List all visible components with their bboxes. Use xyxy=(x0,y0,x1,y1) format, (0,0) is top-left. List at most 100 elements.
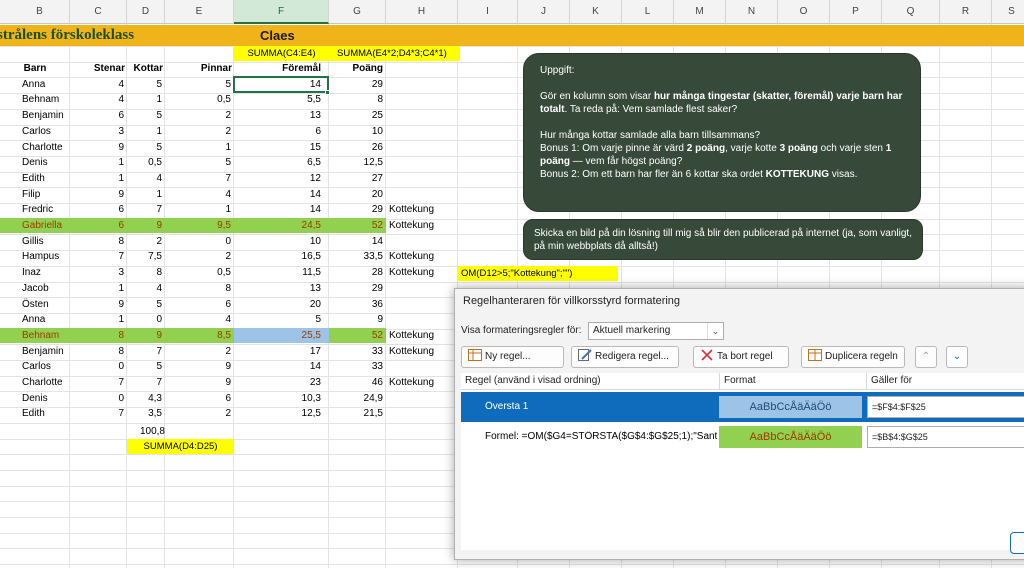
value-cell[interactable]: 5 xyxy=(127,108,162,123)
value-cell[interactable]: 9,5 xyxy=(165,218,231,233)
column-header-s[interactable]: S xyxy=(992,0,1024,24)
child-name-cell[interactable]: Edith xyxy=(22,171,70,186)
column-header-n[interactable]: N xyxy=(726,0,778,24)
value-cell[interactable]: 11,5 xyxy=(234,265,321,280)
value-cell[interactable]: 3 xyxy=(70,265,124,280)
value-cell[interactable]: 6 xyxy=(165,391,231,406)
kottekung-cell[interactable] xyxy=(389,124,459,139)
kottekung-cell[interactable]: Kottekung xyxy=(389,375,459,390)
value-cell[interactable]: 1 xyxy=(70,171,124,186)
delete-rule-button[interactable]: Ta bort regel xyxy=(693,346,789,368)
kottekung-cell[interactable] xyxy=(389,391,459,406)
value-cell[interactable]: 29 xyxy=(329,77,383,92)
kottekung-cell[interactable]: Kottekung xyxy=(389,344,459,359)
value-cell[interactable]: 9 xyxy=(165,359,231,374)
column-header-i[interactable]: I xyxy=(458,0,518,24)
kottekung-cell[interactable] xyxy=(389,108,459,123)
rule-row[interactable]: Formel: =OM($G4=STÖRSTA($G$4:$G$25;1);"S… xyxy=(461,422,1024,452)
child-name-cell[interactable]: Filip xyxy=(22,187,70,202)
value-cell[interactable]: 7 xyxy=(70,249,124,264)
value-cell[interactable]: 12,5 xyxy=(329,155,383,170)
value-cell[interactable]: 0,5 xyxy=(127,155,162,170)
kottekung-cell[interactable]: Kottekung xyxy=(389,265,459,280)
new-rule-button[interactable]: Ny regel... xyxy=(461,346,564,368)
value-cell[interactable]: 7 xyxy=(70,375,124,390)
value-cell[interactable]: 5 xyxy=(165,77,231,92)
value-cell[interactable]: 7 xyxy=(127,375,162,390)
child-name-cell[interactable]: Behnam xyxy=(22,328,70,343)
value-cell[interactable]: 2 xyxy=(165,249,231,264)
child-name-cell[interactable]: Gabriella xyxy=(22,218,70,233)
value-cell[interactable]: 2 xyxy=(165,344,231,359)
value-cell[interactable]: 2 xyxy=(165,406,231,421)
value-cell[interactable]: 10 xyxy=(329,124,383,139)
column-header-b[interactable]: B xyxy=(0,0,70,24)
value-cell[interactable]: 2 xyxy=(165,108,231,123)
value-cell[interactable]: 27 xyxy=(329,171,383,186)
value-cell[interactable]: 25,5 xyxy=(234,328,321,343)
value-cell[interactable]: 0,5 xyxy=(165,265,231,280)
value-cell[interactable]: 7,5 xyxy=(127,249,162,264)
kottekung-cell[interactable] xyxy=(389,187,459,202)
value-cell[interactable]: 25 xyxy=(329,108,383,123)
value-cell[interactable]: 5 xyxy=(127,140,162,155)
child-name-cell[interactable]: Jacob xyxy=(22,281,70,296)
column-header-o[interactable]: O xyxy=(778,0,830,24)
kottekung-cell[interactable] xyxy=(389,406,459,421)
column-header-j[interactable]: J xyxy=(518,0,570,24)
value-cell[interactable]: 5 xyxy=(234,312,321,327)
value-cell[interactable]: 9 xyxy=(70,297,124,312)
child-name-cell[interactable]: Benjamin xyxy=(22,344,70,359)
child-name-cell[interactable]: Edith xyxy=(22,406,70,421)
value-cell[interactable]: 12,5 xyxy=(234,406,321,421)
value-cell[interactable]: 1 xyxy=(70,281,124,296)
value-cell[interactable]: 17 xyxy=(234,344,321,359)
column-header-c[interactable]: C xyxy=(70,0,127,24)
value-cell[interactable]: 4,3 xyxy=(127,391,162,406)
value-cell[interactable]: 1 xyxy=(70,312,124,327)
value-cell[interactable]: 14 xyxy=(234,202,321,217)
value-cell[interactable]: 5 xyxy=(127,77,162,92)
kottekung-cell[interactable] xyxy=(389,92,459,107)
value-cell[interactable]: 0 xyxy=(70,359,124,374)
value-cell[interactable]: 5 xyxy=(165,155,231,170)
value-cell[interactable]: 4 xyxy=(127,171,162,186)
show-rules-select[interactable]: Aktuell markering ⌄ xyxy=(588,322,724,340)
value-cell[interactable]: 6 xyxy=(165,297,231,312)
value-cell[interactable]: 9 xyxy=(165,375,231,390)
value-cell[interactable]: 3 xyxy=(70,124,124,139)
value-cell[interactable]: 8 xyxy=(329,92,383,107)
column-header-l[interactable]: L xyxy=(622,0,674,24)
child-name-cell[interactable]: Anna xyxy=(22,77,70,92)
value-cell[interactable]: 46 xyxy=(329,375,383,390)
value-cell[interactable]: 8,5 xyxy=(165,328,231,343)
child-name-cell[interactable]: Charlotte xyxy=(22,375,70,390)
kottekung-cell[interactable]: Kottekung xyxy=(389,328,459,343)
value-cell[interactable]: 6,5 xyxy=(234,155,321,170)
active-cell[interactable] xyxy=(233,75,329,93)
kottekung-cell[interactable] xyxy=(389,77,459,92)
value-cell[interactable]: 24,9 xyxy=(329,391,383,406)
child-name-cell[interactable]: Anna xyxy=(22,312,70,327)
value-cell[interactable]: 6 xyxy=(70,108,124,123)
value-cell[interactable]: 1 xyxy=(165,140,231,155)
value-cell[interactable]: 33,5 xyxy=(329,249,383,264)
child-name-cell[interactable]: Fredric xyxy=(22,202,70,217)
kottekung-cell[interactable] xyxy=(389,155,459,170)
value-cell[interactable]: 9 xyxy=(70,140,124,155)
rules-list[interactable]: Översta 1 AaBbCcÅäÄäÖö =$F$4:$F$25 Forme… xyxy=(461,390,1024,550)
value-cell[interactable]: 33 xyxy=(329,344,383,359)
value-cell[interactable]: 28 xyxy=(329,265,383,280)
value-cell[interactable]: 8 xyxy=(127,265,162,280)
applies-to-field[interactable]: =$F$4:$F$25 xyxy=(867,396,1024,418)
ok-button[interactable] xyxy=(1010,532,1024,554)
value-cell[interactable]: 8 xyxy=(165,281,231,296)
value-cell[interactable]: 5 xyxy=(127,359,162,374)
value-cell[interactable]: 8 xyxy=(70,234,124,249)
value-cell[interactable]: 0 xyxy=(127,312,162,327)
value-cell[interactable]: 4 xyxy=(165,187,231,202)
child-name-cell[interactable]: Charlotte xyxy=(22,140,70,155)
column-header-d[interactable]: D xyxy=(127,0,165,24)
value-cell[interactable]: 5,5 xyxy=(234,92,321,107)
child-name-cell[interactable]: Östen xyxy=(22,297,70,312)
